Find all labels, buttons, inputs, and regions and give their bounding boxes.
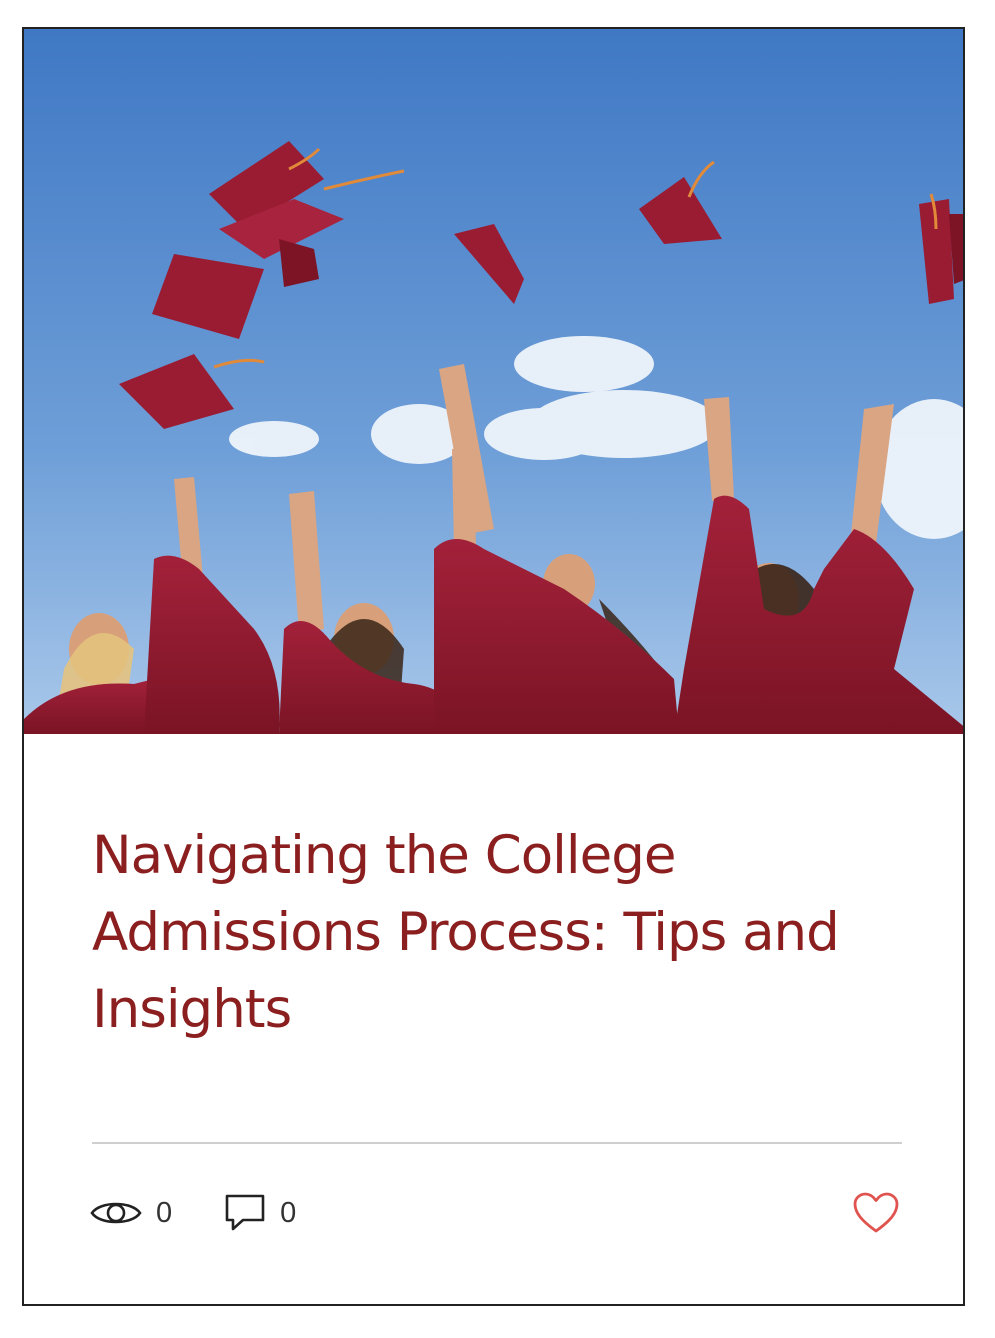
views-stat: 0 xyxy=(90,1197,172,1230)
comments-count: 0 xyxy=(280,1196,297,1229)
post-stats: 0 0 xyxy=(90,1189,348,1237)
post-cover-image[interactable] xyxy=(24,29,963,734)
comments-stat[interactable]: 0 xyxy=(224,1193,296,1233)
eye-icon xyxy=(90,1197,142,1229)
heart-icon xyxy=(853,1192,899,1233)
blog-post-card[interactable]: Navigating the College Admissions Proces… xyxy=(22,27,965,1306)
views-count: 0 xyxy=(156,1196,173,1229)
divider xyxy=(92,1142,902,1144)
comment-icon xyxy=(224,1193,266,1233)
like-button[interactable] xyxy=(852,1191,900,1235)
post-title[interactable]: Navigating the College Admissions Proces… xyxy=(92,817,852,1048)
